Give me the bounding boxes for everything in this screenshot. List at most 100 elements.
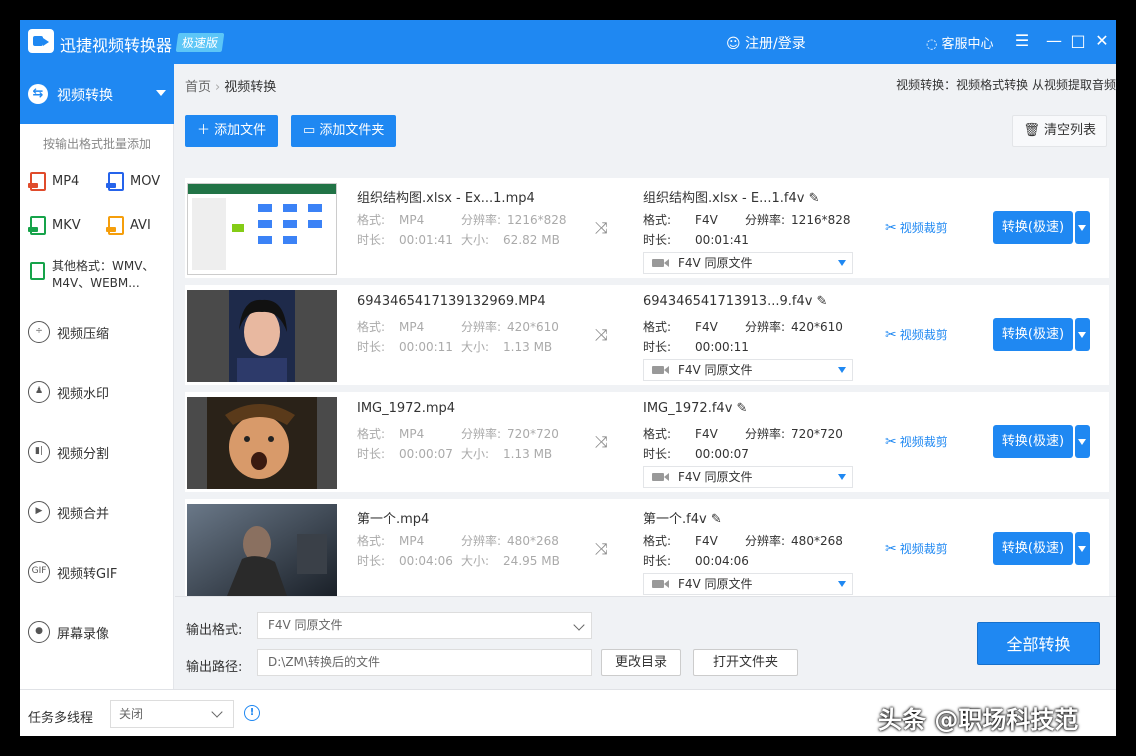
sidebar-item-label: 屏幕录像 — [57, 627, 110, 642]
format-hint: 按输出格式批量添加 — [42, 137, 151, 151]
sidebar-item-record[interactable]: ● 屏幕录像 — [20, 617, 174, 647]
convert-button[interactable]: 转换(极速) — [993, 425, 1073, 458]
format-value: F4V — [695, 534, 718, 548]
duration-value: 00:00:07 — [695, 447, 749, 461]
convert-options-dropdown[interactable] — [1075, 532, 1090, 565]
watermark-icon: ♟ — [28, 381, 50, 403]
multithread-select[interactable]: 关闭 — [110, 700, 234, 728]
edit-icon[interactable]: ✎ — [737, 401, 748, 416]
edit-icon[interactable]: ✎ — [809, 191, 820, 206]
menu-icon[interactable]: ☰ — [1012, 30, 1032, 52]
format-value: MP4 — [399, 320, 425, 334]
resolution-key: 分辨率: — [745, 427, 786, 441]
sidebar-item-split[interactable]: ▮| 视频分割 — [20, 437, 174, 467]
source-duration: 时长: 00:04:06 — [357, 552, 453, 569]
add-folder-button[interactable]: ▭ 添加文件夹 — [291, 115, 397, 147]
output-format: 格式: F4V — [643, 211, 718, 228]
trim-button[interactable]: ✂ 视频裁剪 — [885, 326, 948, 343]
output-filename[interactable]: 组织结构图.xlsx - E...1.f4v ✎ — [643, 187, 819, 206]
duration-key: 时长: — [643, 554, 672, 568]
spreadsheet-thumbnail-icon — [188, 184, 336, 270]
edit-icon[interactable]: ✎ — [817, 294, 828, 309]
source-size: 大小: 1.13 MB — [461, 445, 552, 462]
output-format: 格式: F4V — [643, 532, 718, 549]
format-key: 格式: — [643, 427, 672, 441]
app-title: 迅捷视频转换器 — [60, 36, 173, 55]
service-link[interactable]: ◌ 客服中心 — [926, 33, 994, 52]
convert-options-dropdown[interactable] — [1075, 211, 1090, 244]
edit-icon[interactable]: ✎ — [711, 512, 722, 527]
output-filename[interactable]: 694346541713913...9.f4v ✎ — [643, 294, 827, 309]
change-dir-button[interactable]: 更改目录 — [601, 649, 681, 676]
resolution-value: 720*720 — [791, 427, 843, 441]
source-filename: IMG_1972.mp4 — [357, 401, 456, 416]
format-mp4[interactable]: MP4 — [28, 172, 79, 191]
format-mkv[interactable]: MKV — [28, 216, 81, 235]
convert-button[interactable]: 转换(极速) — [993, 211, 1073, 244]
convert-all-button[interactable]: 全部转换 — [977, 622, 1100, 665]
resolution-key: 分辨率: — [745, 534, 786, 548]
clear-list-button[interactable]: 🗑 清空列表 — [1012, 115, 1107, 147]
sidebar-item-watermark[interactable]: ♟ 视频水印 — [20, 377, 174, 407]
chevron-down-icon — [838, 474, 846, 480]
output-preset-select[interactable]: F4V 同原文件 — [643, 359, 853, 381]
output-resolution: 分辨率: 1216*828 — [745, 211, 851, 228]
format-mov[interactable]: MOV — [106, 172, 160, 191]
convert-button[interactable]: 转换(极速) — [993, 318, 1073, 351]
minimize-icon[interactable]: — — [1044, 30, 1064, 52]
output-path-field[interactable]: D:\ZM\转换后的文件 — [257, 649, 592, 676]
scene-thumbnail-icon — [187, 504, 337, 596]
sidebar-item-merge[interactable]: ▶ 视频合并 — [20, 497, 174, 527]
output-format-select[interactable]: F4V 同原文件 — [257, 612, 592, 639]
trim-button[interactable]: ✂ 视频裁剪 — [885, 219, 948, 236]
output-preset-value: F4V 同原文件 — [678, 363, 753, 377]
output-format-label: 输出格式: — [186, 623, 243, 638]
record-icon: ● — [28, 621, 50, 643]
gif-icon: GIF — [28, 561, 50, 583]
output-preset-select[interactable]: F4V 同原文件 — [643, 466, 853, 488]
convert-button[interactable]: 转换(极速) — [993, 532, 1073, 565]
source-format: 格式: MP4 — [357, 532, 424, 549]
sidebar-item-compress[interactable]: ÷ 视频压缩 — [20, 317, 174, 347]
convert-options-dropdown[interactable] — [1075, 318, 1090, 351]
resolution-key: 分辨率: — [745, 320, 786, 334]
output-preset-select[interactable]: F4V 同原文件 — [643, 573, 853, 595]
size-key: 大小: — [461, 233, 490, 247]
breadcrumb-home[interactable]: 首页 — [185, 80, 211, 95]
app-logo-icon — [28, 29, 54, 53]
sidebar-item-gif[interactable]: GIF 视频转GIF — [20, 557, 174, 587]
trim-button[interactable]: ✂ 视频裁剪 — [885, 433, 948, 450]
source-filename: 第一个.mp4 — [357, 512, 430, 527]
add-file-button[interactable]: ＋ 添加文件 — [185, 115, 279, 147]
info-icon[interactable]: ! — [244, 705, 260, 721]
trash-icon: 🗑 — [1023, 123, 1044, 138]
trim-button[interactable]: ✂ 视频裁剪 — [885, 540, 948, 557]
output-preset-select[interactable]: F4V 同原文件 — [643, 252, 853, 274]
format-value: MP4 — [399, 534, 425, 548]
output-filename[interactable]: IMG_1972.f4v ✎ — [643, 401, 747, 416]
convert-options-dropdown[interactable] — [1075, 425, 1090, 458]
sidebar-item-label: 视频转GIF — [57, 567, 118, 582]
output-path-value: D:\ZM\转换后的文件 — [268, 655, 380, 669]
duration-key: 时长: — [357, 233, 386, 247]
video-camera-icon — [652, 259, 669, 267]
source-filename: 组织结构图.xlsx - Ex...1.mp4 — [357, 191, 535, 206]
sidebar-item-video-convert[interactable]: ⇆ 视频转换 — [20, 64, 174, 124]
login-link[interactable]: ☺ 注册/登录 — [726, 33, 806, 53]
resolution-key: 分辨率: — [461, 427, 502, 441]
format-other[interactable]: 其他格式：WMV、M4V、WEBM... — [30, 258, 170, 292]
maximize-icon[interactable]: □ — [1068, 30, 1088, 52]
duration-key: 时长: — [357, 554, 386, 568]
output-filename[interactable]: 第一个.f4v ✎ — [643, 508, 722, 527]
duration-value: 00:00:11 — [695, 340, 749, 354]
output-filename-text: 组织结构图.xlsx - E...1.f4v — [643, 191, 805, 206]
open-folder-button[interactable]: 打开文件夹 — [693, 649, 798, 676]
resolution-key: 分辨率: — [461, 534, 502, 548]
output-format: 格式: F4V — [643, 425, 718, 442]
output-filename-text: 694346541713913...9.f4v — [643, 294, 813, 309]
output-path-label: 输出路径: — [186, 660, 243, 675]
trim-label: 视频裁剪 — [899, 542, 948, 556]
format-value: F4V — [695, 213, 718, 227]
format-avi[interactable]: AVI — [106, 216, 151, 235]
close-icon[interactable]: ✕ — [1092, 30, 1112, 52]
